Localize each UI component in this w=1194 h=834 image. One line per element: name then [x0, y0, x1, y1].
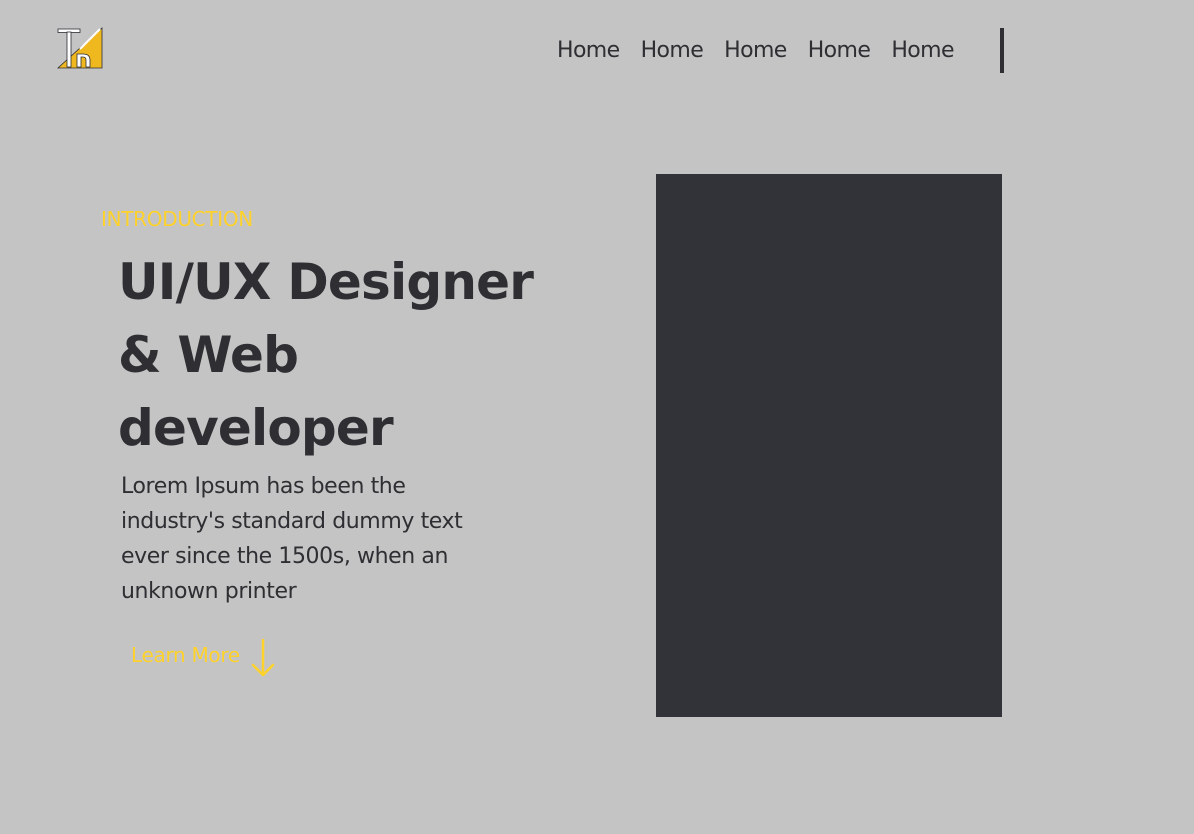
hero-title-line-1: UI/UX Designer: [118, 253, 534, 311]
arrow-down-icon: [250, 638, 280, 678]
logo-icon[interactable]: [56, 27, 104, 69]
hero-description: Lorem Ipsum has been the industry's stan…: [121, 469, 501, 609]
hero-description-line-1: Lorem Ipsum has been the: [121, 474, 406, 499]
hero-title-line-2: & Web: [118, 326, 299, 384]
main-nav: Home Home Home Home Home: [557, 36, 954, 66]
hero-description-line-4: unknown printer: [121, 579, 297, 604]
hero-title-line-3: developer: [118, 399, 394, 457]
nav-item-home-2[interactable]: Home: [641, 36, 704, 66]
nav-item-home-5[interactable]: Home: [891, 36, 954, 66]
hero-description-line-3: ever since the 1500s, when an: [121, 544, 449, 569]
intro-eyebrow: INTRODUCTION: [101, 207, 253, 231]
hero-description-line-2: industry's standard dummy text: [121, 509, 463, 534]
nav-item-home-4[interactable]: Home: [808, 36, 871, 66]
nav-item-home-1[interactable]: Home: [557, 36, 620, 66]
hero-image: [656, 174, 1002, 717]
nav-divider: [1000, 28, 1004, 73]
learn-more-label: Learn More: [131, 643, 240, 667]
learn-more-button[interactable]: Learn More: [131, 632, 280, 678]
nav-item-home-3[interactable]: Home: [724, 36, 787, 66]
hero-title: UI/UX Designer & Web developer: [118, 246, 548, 465]
